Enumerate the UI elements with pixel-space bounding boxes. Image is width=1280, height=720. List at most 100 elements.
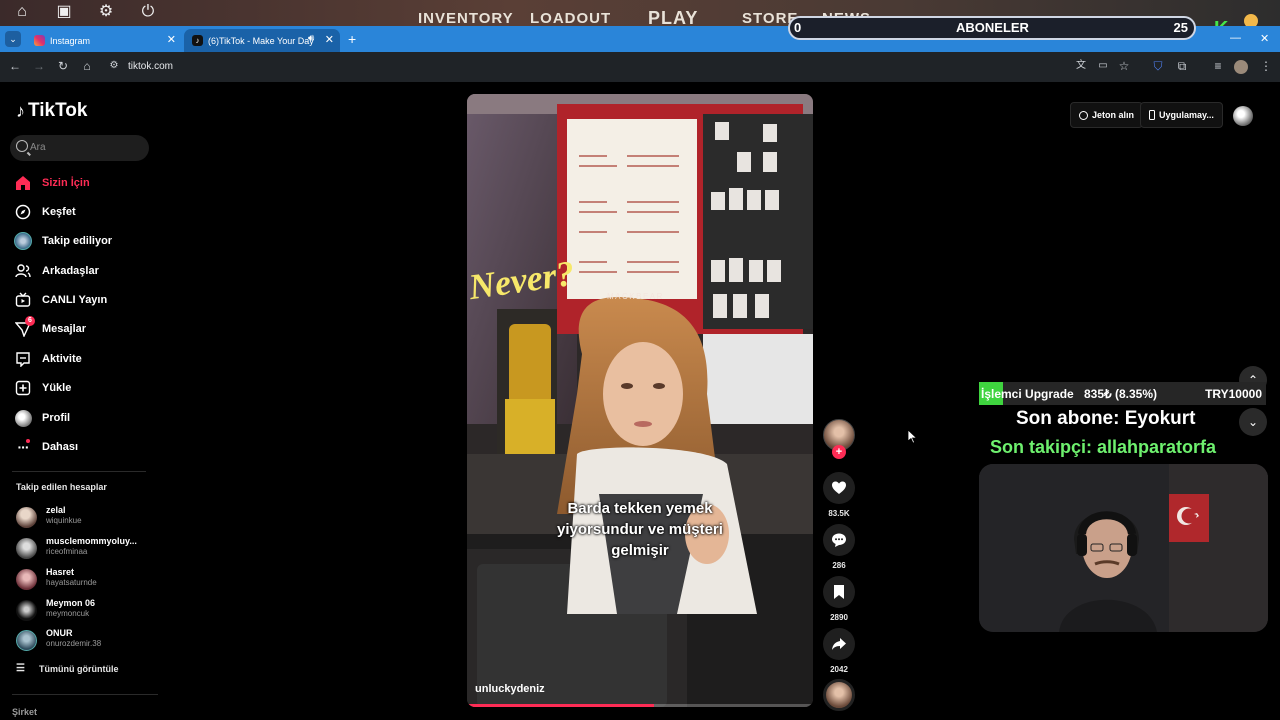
kick-logo-icon: K — [1214, 18, 1236, 26]
like-button[interactable]: 83.5K — [823, 472, 855, 518]
account-name: musclemommyoluy... — [46, 536, 137, 546]
save-button[interactable]: 2890 — [823, 576, 855, 622]
avatar — [16, 538, 37, 559]
follow-plus-icon[interactable]: + — [832, 445, 846, 459]
sidebar-item-profile[interactable]: Profil — [14, 407, 70, 429]
sidebar-item-activity[interactable]: Aktivite — [14, 348, 82, 370]
back-icon[interactable]: ← — [7, 58, 23, 74]
game-menu-play[interactable]: PLAY — [648, 8, 698, 26]
webcam-feed — [979, 464, 1268, 632]
sidebar-item-messages[interactable]: 6 Mesajlar — [14, 316, 86, 340]
upload-icon — [14, 379, 32, 397]
video-progress-fill — [467, 704, 654, 707]
search-icon — [16, 140, 28, 152]
profile-avatar — [14, 409, 32, 427]
get-coins-button[interactable]: Jeton alın — [1070, 102, 1144, 128]
avatar — [16, 507, 37, 528]
search-placeholder: Ara — [30, 142, 46, 153]
close-icon[interactable]: ✕ — [167, 33, 176, 46]
video-username[interactable]: unluckydeniz — [475, 683, 545, 695]
next-video-button[interactable]: ⌄ — [1239, 408, 1267, 436]
tab-tiktok[interactable]: ♪ (6)TikTok - Make Your Day 🔊︎ ✕ — [184, 29, 340, 52]
comment-button[interactable]: 286 — [823, 524, 855, 570]
sidebar-item-label: Arkadaşlar — [42, 265, 99, 277]
cpu-value: 835₺ (8.35%) — [1084, 387, 1158, 401]
share-button[interactable]: 2042 — [823, 628, 855, 674]
home-icon[interactable]: ⌂ — [12, 2, 32, 22]
sidebar-item-more[interactable]: ··· Dahası — [14, 436, 78, 458]
gear-icon[interactable]: ⚙ — [96, 2, 116, 22]
close-icon[interactable]: ✕ — [325, 33, 334, 46]
see-all-link[interactable]: ☰ Tümünü görüntüle — [16, 663, 118, 674]
get-app-button[interactable]: Uygulamay... — [1140, 102, 1223, 128]
cpu-label: İşlemci Upgrade — [981, 387, 1074, 401]
speaker-icon[interactable]: 🔊︎ — [308, 33, 314, 44]
video-player[interactable]: Never? MACKBEAR Barda tekken yemek yiyor… — [467, 94, 813, 707]
subscribers-min: 0 — [794, 20, 802, 35]
shield-icon[interactable]: ⛉ — [1150, 58, 1166, 74]
search-input[interactable]: Ara — [10, 135, 149, 161]
reload-icon[interactable]: ↻ — [55, 58, 71, 74]
company-link[interactable]: Şirket — [12, 707, 37, 717]
friends-icon — [14, 262, 32, 280]
creator-avatar-button[interactable]: + — [823, 419, 855, 459]
comment-count: 286 — [832, 561, 846, 570]
chevron-down-icon: ⌄ — [1247, 415, 1259, 429]
game-menu-inventory[interactable]: INVENTORY — [418, 10, 514, 26]
briefcase-icon[interactable]: ▣ — [54, 2, 74, 22]
subscribers-goal-bar: 0 ABONELER 25 — [788, 16, 1196, 40]
avatar — [16, 569, 37, 590]
sidebar-item-label: Keşfet — [42, 206, 76, 218]
sidebar-item-following[interactable]: Takip ediliyor — [14, 230, 112, 252]
following-avatar — [14, 232, 32, 250]
translate-icon[interactable]: 文 — [1073, 58, 1089, 74]
url-field[interactable]: tiktok.com — [128, 61, 173, 72]
sidebar: ♪ TikTok Ara Sizin İçin Keşfet Takip edi… — [0, 82, 160, 720]
tiktok-logo[interactable]: ♪ TikTok — [16, 100, 87, 122]
profile-avatar[interactable] — [1233, 106, 1253, 126]
heart-icon — [823, 472, 855, 504]
avatar — [16, 630, 37, 651]
forward-icon[interactable]: → — [31, 58, 47, 74]
star-icon[interactable]: ☆ — [1116, 58, 1132, 74]
reading-list-icon[interactable]: ≡ — [1210, 58, 1226, 74]
logo-text: TikTok — [28, 100, 88, 121]
sidebar-item-label: CANLI Yayın — [42, 294, 108, 306]
more-dot — [26, 439, 30, 443]
new-tab-button[interactable]: + — [348, 31, 356, 47]
profile-avatar[interactable] — [1234, 60, 1248, 74]
list-icon: ☰ — [16, 663, 25, 674]
subscribers-max: 25 — [1173, 20, 1188, 35]
tiktok-note-icon: ♪ — [16, 100, 25, 121]
sidebar-item-upload[interactable]: Yükle — [14, 377, 71, 399]
extensions-icon[interactable]: ⧉ — [1174, 58, 1190, 74]
sidebar-item-label: Yükle — [42, 382, 72, 394]
home-icon[interactable]: ⌂ — [79, 58, 95, 74]
account-name: zelal — [46, 505, 66, 515]
power-icon[interactable]: ⏻ — [138, 2, 158, 22]
menu-icon[interactable]: ⋮ — [1258, 58, 1274, 74]
site-info-icon[interactable]: ⚙ — [106, 58, 122, 74]
sidebar-item-for-you[interactable]: Sizin İçin — [14, 172, 90, 194]
get-app-label: Uygulamay... — [1159, 110, 1214, 120]
window-close-icon[interactable]: ✕ — [1260, 32, 1269, 45]
tiktok-favicon-icon: ♪ — [192, 35, 203, 46]
cast-icon[interactable]: ▭ — [1095, 58, 1111, 74]
account-name: Hasret — [46, 567, 75, 577]
sidebar-item-live[interactable]: CANLI Yayın — [14, 289, 107, 311]
video-progress-bar[interactable] — [467, 704, 813, 707]
phone-icon — [1149, 110, 1155, 120]
divider — [12, 471, 146, 472]
share-icon — [823, 628, 855, 660]
tab-instagram[interactable]: Instagram ✕ — [26, 29, 182, 52]
minimize-icon[interactable]: — — [1230, 32, 1241, 44]
tab-search-button[interactable]: ⌄ — [5, 31, 21, 47]
messages-icon: 6 — [14, 316, 35, 338]
sound-button[interactable] — [823, 679, 855, 711]
sidebar-item-label: Sizin İçin — [42, 177, 90, 189]
sidebar-item-explore[interactable]: Keşfet — [14, 201, 76, 223]
account-name: ONUR — [46, 628, 73, 638]
sidebar-item-friends[interactable]: Arkadaşlar — [14, 260, 99, 282]
game-menu-loadout[interactable]: LOADOUT — [530, 10, 611, 26]
see-all-label: Tümünü görüntüle — [38, 663, 119, 674]
